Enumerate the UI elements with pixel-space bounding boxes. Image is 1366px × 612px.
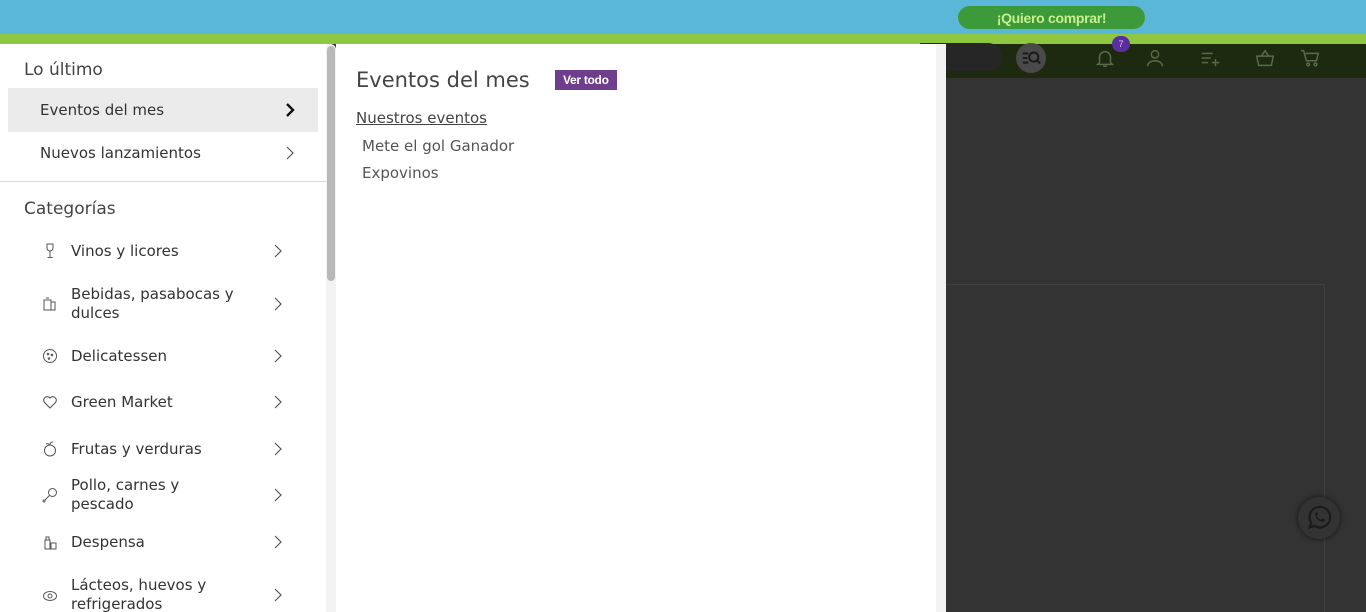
cart-icon[interactable] <box>1296 44 1324 72</box>
notification-badge: 7 <box>1112 36 1130 52</box>
chevron-right-icon <box>274 297 282 311</box>
category-label: Bebidas, pasabocas y dulces <box>71 285 234 322</box>
chevron-right-icon <box>274 244 282 258</box>
submenu-scrollbar-track[interactable] <box>936 44 946 612</box>
submenu-panel: Eventos del mes Ver todo Nuestros evento… <box>336 44 936 612</box>
category-label: Despensa <box>71 532 145 551</box>
view-all-button[interactable]: Ver todo <box>555 70 617 90</box>
category-label: Pollo, carnes y pescado <box>71 476 180 513</box>
cookie-icon <box>40 346 60 366</box>
category-label: Lácteos, huevos y refrigerados <box>71 576 207 612</box>
chevron-right-icon <box>286 103 295 117</box>
category-item-frutas[interactable]: Frutas y verduras <box>40 436 310 462</box>
chevron-right-icon <box>274 349 282 363</box>
submenu-section-heading[interactable]: Nuestros eventos <box>356 109 487 127</box>
submenu-link-expovinos[interactable]: Expovinos <box>362 164 439 182</box>
menu-item-eventos-del-mes[interactable]: Eventos del mes <box>8 88 318 132</box>
category-item-delicatessen[interactable]: Delicatessen <box>40 343 310 369</box>
category-item-despensa[interactable]: Despensa <box>40 529 310 555</box>
menu-scrollbar-thumb[interactable] <box>327 46 335 281</box>
whatsapp-icon <box>1308 505 1332 529</box>
submenu-link-mete-el-gol[interactable]: Mete el gol Ganador <box>362 137 514 155</box>
chevron-right-icon <box>286 146 294 160</box>
chevron-right-icon <box>274 488 282 502</box>
category-label: Frutas y verduras <box>71 439 202 458</box>
category-item-pollo[interactable]: Pollo, carnes y pescado <box>40 476 310 513</box>
basket-icon[interactable] <box>1251 44 1279 72</box>
wine-glass-icon <box>40 241 60 261</box>
submenu-title: Eventos del mes <box>356 68 530 92</box>
pantry-icon <box>40 532 60 552</box>
chevron-right-icon <box>274 442 282 456</box>
menu-item-nuevos-lanzamientos[interactable]: Nuevos lanzamientos <box>8 131 318 175</box>
fruit-icon <box>40 439 60 459</box>
menu-divider <box>0 181 326 182</box>
egg-icon <box>40 585 60 605</box>
whatsapp-button[interactable] <box>1298 497 1340 539</box>
category-label: Green Market <box>71 392 173 411</box>
latest-section-title: Lo último <box>24 60 103 80</box>
user-icon[interactable] <box>1141 44 1169 72</box>
category-menu-panel: Lo último Eventos del mes Nuevos lanzami… <box>0 44 336 612</box>
chevron-right-icon <box>274 395 282 409</box>
category-item-vinos[interactable]: Vinos y licores <box>40 238 310 264</box>
quiero-comprar-button[interactable]: ¡Quiero comprar! <box>958 6 1145 29</box>
promo-bar: ¡Quiero comprar! <box>0 0 1366 44</box>
chevron-right-icon <box>274 588 282 602</box>
category-item-green-market[interactable]: Green Market <box>40 389 310 415</box>
chevron-right-icon <box>274 535 282 549</box>
category-label: Vinos y licores <box>71 241 179 260</box>
category-item-bebidas[interactable]: Bebidas, pasabocas y dulces <box>40 284 310 324</box>
promo-bottom-strip <box>0 34 1366 44</box>
snacks-icon <box>40 294 60 314</box>
page-content-card <box>946 284 1325 612</box>
categories-section-title: Categorías <box>24 199 116 219</box>
category-item-lacteos[interactable]: Lácteos, huevos y refrigerados <box>40 575 310 612</box>
menu-item-label: Nuevos lanzamientos <box>40 144 201 162</box>
category-label: Delicatessen <box>71 346 168 365</box>
heart-leaf-icon <box>40 392 60 412</box>
search-icon[interactable] <box>1016 43 1046 73</box>
drumstick-icon <box>40 485 60 505</box>
menu-item-label: Eventos del mes <box>40 101 165 119</box>
shopping-list-icon[interactable] <box>1196 44 1224 72</box>
